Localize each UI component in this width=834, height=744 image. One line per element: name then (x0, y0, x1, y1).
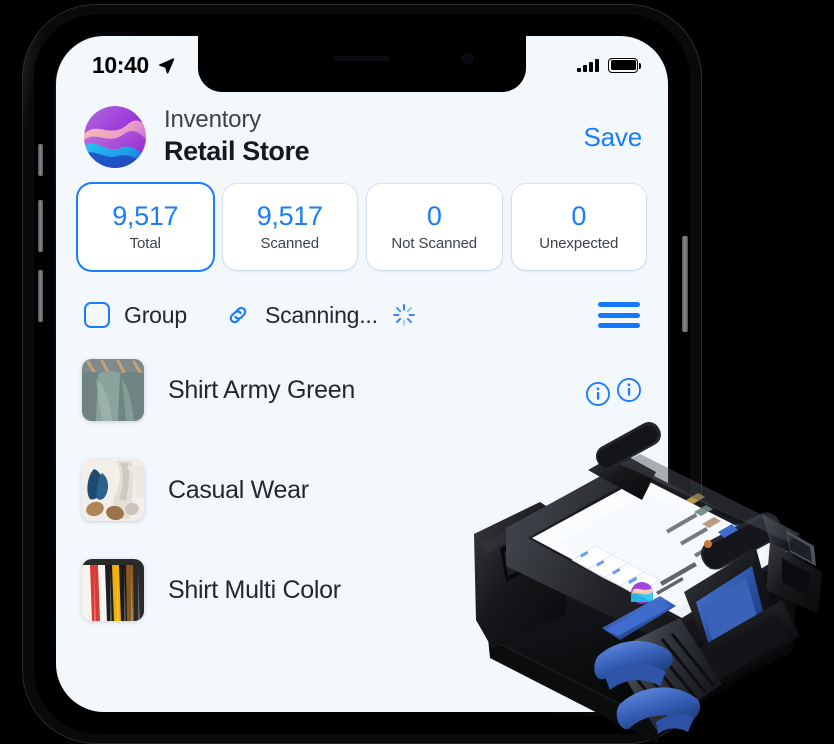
stat-value: 9,517 (112, 201, 179, 232)
stat-card-total[interactable]: 9,517 Total (78, 184, 213, 270)
hamburger-menu-icon[interactable] (598, 302, 640, 328)
info-circle-icon[interactable] (616, 377, 642, 403)
status-bar-left: 10:40 (92, 52, 175, 79)
link-chain-icon[interactable] (225, 302, 251, 328)
location-arrow-icon (158, 58, 175, 74)
scan-status-label: Scanning... (264, 301, 378, 328)
loading-spinner-icon (392, 304, 415, 326)
list-item[interactable]: Shirt Multi Color (56, 540, 668, 640)
list-item[interactable]: Casual Wear (56, 440, 668, 540)
page-title: Retail Store (164, 135, 310, 166)
stat-card-unexpected[interactable]: 0 Unexpected (511, 184, 646, 270)
volume-up-button[interactable] (38, 200, 43, 252)
stat-label: Scanned (260, 234, 320, 252)
stat-card-not-scanned[interactable]: 0 Not Scanned (367, 184, 502, 270)
header-subtitle: Inventory (164, 105, 261, 133)
cellular-signal-icon (577, 58, 599, 72)
stat-value: 0 (571, 201, 587, 232)
stat-label: Total (129, 234, 161, 252)
phone-device-frame: 10:40 Inventory Retail Store Save 9,517 … (22, 4, 702, 744)
stat-card-scanned[interactable]: 9,517 Scanned (222, 184, 357, 270)
header-titles: Inventory Retail Store (164, 106, 584, 169)
power-button[interactable] (682, 236, 688, 332)
product-list: Shirt Army Green Casual Wear Shirt Multi… (56, 340, 668, 712)
stat-value: 0 (426, 201, 442, 232)
app-header: Inventory Retail Store Save (56, 94, 668, 180)
product-thumbnail-color-shirts (82, 559, 144, 621)
list-item-label: Casual Wear (168, 475, 309, 504)
app-logo-icon (84, 106, 146, 168)
group-checkbox[interactable] (84, 302, 110, 328)
mute-switch[interactable] (38, 144, 43, 176)
phone-screen: 10:40 Inventory Retail Store Save 9,517 … (56, 36, 668, 712)
list-toolbar: Group Scanning... (56, 290, 668, 340)
group-label: Group (124, 301, 187, 328)
list-item-label: Shirt Multi Color (168, 575, 341, 604)
stats-row: 9,517 Total 9,517 Scanned 0 Not Scanned … (56, 184, 668, 270)
stat-label: Not Scanned (391, 234, 478, 252)
volume-down-button[interactable] (38, 270, 43, 322)
product-thumbnail-green-shirts (82, 359, 144, 421)
scene-stage: 10:40 Inventory Retail Store Save 9,517 … (0, 0, 834, 744)
list-item[interactable]: Shirt Army Green (56, 340, 668, 440)
status-bar-right (577, 57, 641, 73)
status-time: 10:40 (92, 51, 149, 78)
product-thumbnail-casual-wear (82, 459, 144, 521)
battery-full-icon (608, 57, 641, 73)
stat-label: Unexpected (539, 234, 619, 252)
save-button[interactable]: Save (584, 122, 643, 153)
stat-value: 9,517 (256, 201, 323, 232)
info-circle-icon[interactable] (585, 381, 611, 407)
status-bar: 10:40 (56, 36, 668, 94)
list-item-label: Shirt Army Green (168, 375, 355, 404)
